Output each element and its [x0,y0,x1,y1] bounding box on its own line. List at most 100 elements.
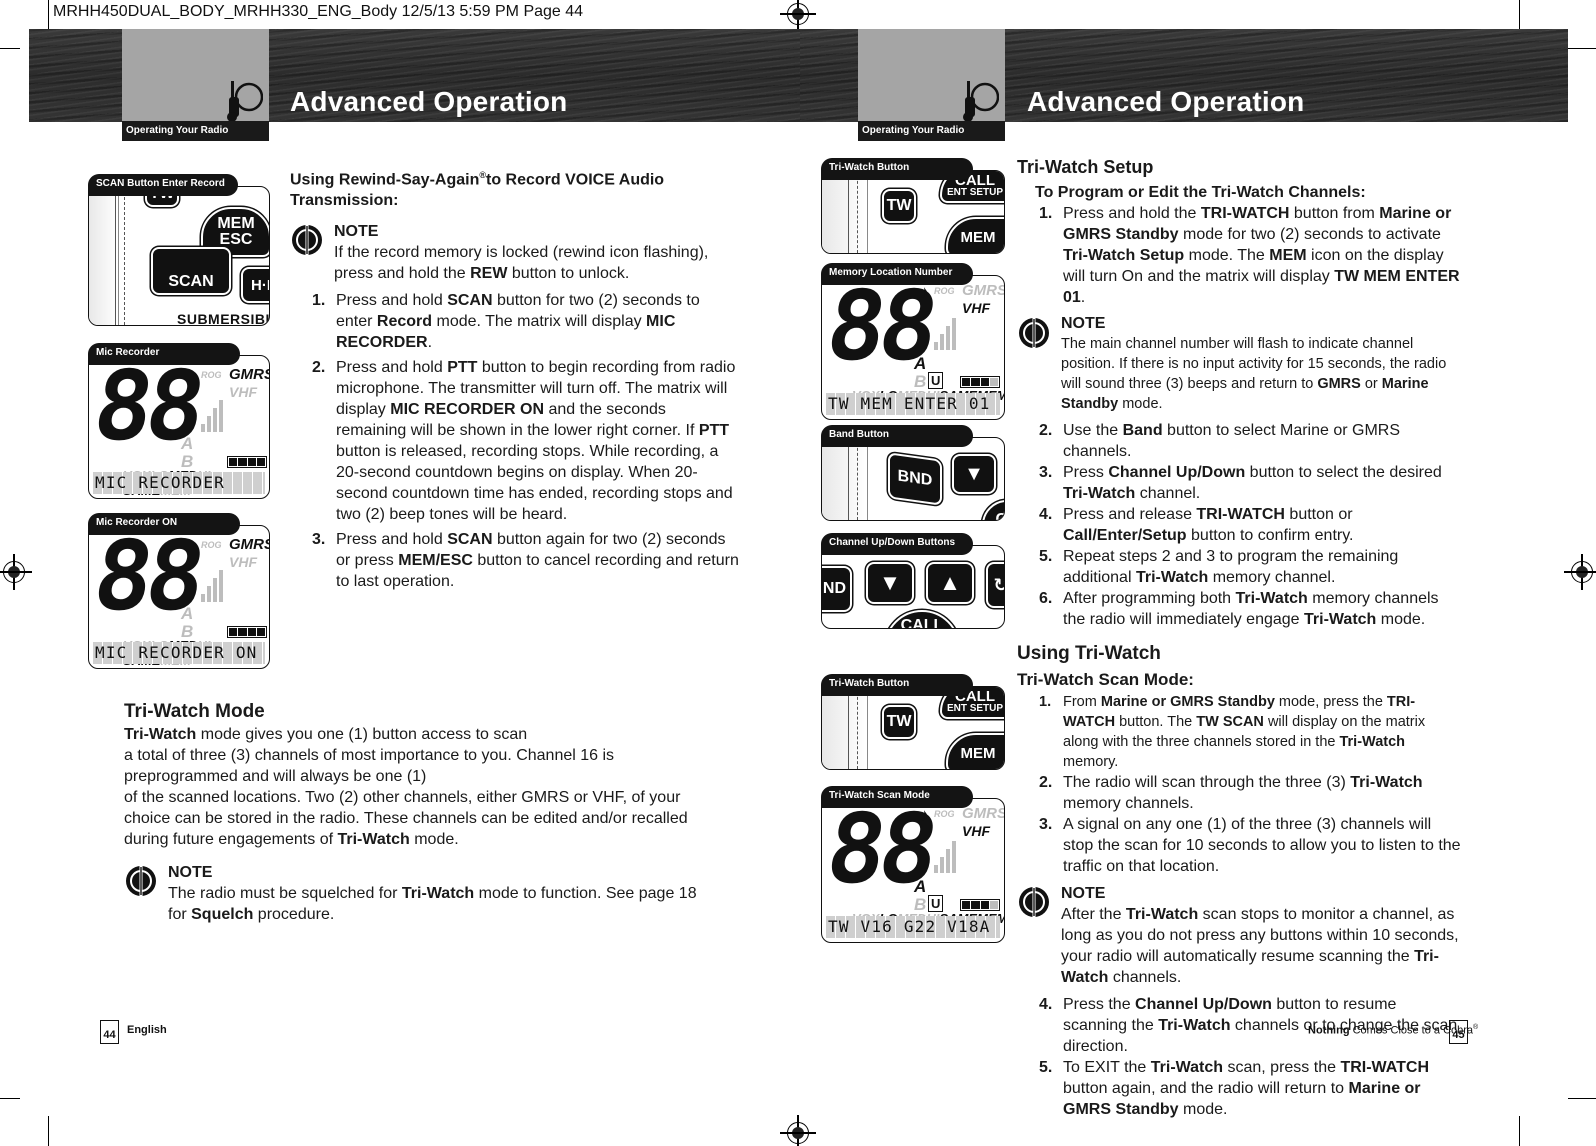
figure-frame: TW CALL ENT SETUP MEM [821,686,1005,770]
radio-icon [227,81,263,122]
battery-icon [960,899,1000,911]
setup-step: 1. Press and hold the TRI-WATCH button fr… [1039,205,1460,306]
battery-icon [227,626,267,638]
dot-matrix-text: MIC RECORDER ON 6 [93,642,265,664]
music-note-icon: ♪ [920,805,929,825]
page-number-right: 45 [1449,1020,1468,1044]
figure-caption: SCAN Button Enter Record [88,174,238,196]
registration-mark-icon [780,0,816,32]
note-icon [292,225,322,256]
signal-bars [201,392,223,432]
rewind-step: 3. Press and hold SCAN button again for t… [312,531,739,591]
figure-mic-recorder-on: Mic Recorder ON 88 ROG GMRS VHF A B VOXL… [88,513,270,669]
figure-caption: Channel Up/Down Buttons [821,533,973,555]
setup-step: 2. Use the Band button to select Marine o… [1039,422,1401,460]
esc-label: ESC [219,231,253,248]
mem-label: MEM [217,215,255,232]
channel-down-button-illustration: ▼ [866,562,914,604]
crop-mark [1568,1098,1596,1099]
figure-caption: Mic Recorder ON [88,513,240,535]
figure-frame: ND ▼ ▲ ↻ CALL [821,545,1005,629]
section-tab: Operating Your Radio [122,29,269,141]
lcd-gmrs: GMRS [229,536,270,553]
note-title: NOTE [1061,885,1106,902]
rewind-section: Using Rewind-Say-Again®to Record VOICE A… [290,165,740,592]
lcd-gmrs: GMRS [962,282,1005,299]
mem-button-illustration: MEM [946,217,1004,253]
note-title: NOTE [334,223,379,241]
figure-frame: BND ▼ CA [821,437,1005,521]
crop-mark [48,1116,49,1146]
setup-step: 4. Press and release TRI-WATCH button or … [1039,506,1354,544]
print-slug: MRHH450DUAL_BODY_MRHH330_ENG_Body 12/5/1… [53,3,584,20]
battery-icon [960,376,1000,388]
tw-button-illustration: TW [882,705,916,739]
lcd-rog: ROG [201,370,222,380]
lcd-a: A [914,877,927,896]
channel-down-button-illustration: ▼ [952,454,996,494]
lcd-u: U [928,895,944,912]
crop-mark [48,0,49,30]
note-channel-flash: NOTE The main channel number will flash … [1017,314,1462,414]
figure-frame: TW MEMESC SCAN H·I SUBMERSIBLE [88,186,270,326]
figure-channel-updown: Channel Up/Down Buttons ND ▼ ▲ ↻ CALL [821,533,1005,629]
note-icon [126,866,156,896]
crop-mark [0,48,20,49]
triwatch-setup-section: Tri-Watch Setup To Program or Edit the T… [1017,155,1462,1120]
using-subheading: Tri-Watch Scan Mode: [1017,670,1194,689]
triwatch-mode-body: Tri-Watch mode gives you one (1) button … [124,726,688,848]
hi-button-illustration: H·I [241,267,269,303]
signal-bars [201,562,223,602]
scan-button-illustration: ↻ [986,562,1004,608]
lcd-rog: ROG [201,540,222,550]
rewind-step: 1. Press and hold SCAN button for two (2)… [312,292,700,352]
using-step: 3. A signal on any one (1) of the three (… [1039,816,1461,875]
crop-mark [1519,1116,1520,1146]
band-button-illustration: ND [822,566,852,612]
setup-step: 6. After programming both Tri-Watch memor… [1039,590,1439,628]
lcd-vhf: VHF [962,823,990,839]
lcd-vhf: VHF [229,384,257,400]
figure-caption: Band Button [821,425,973,447]
page-title: Advanced Operation [1027,86,1305,117]
rewind-step: 2. Press and hold PTT button to begin rec… [312,359,736,524]
signal-bars [934,310,956,350]
call-button-illustration: CA [982,500,1004,520]
band-button-illustration: BND [888,452,942,506]
using-step: 2. The radio will scan through the three … [1039,774,1423,812]
dot-matrix-text: MIC RECORDER [93,472,265,494]
setup-step: 5. Repeat steps 2 and 3 to program the re… [1039,548,1399,586]
footer-language: English [127,1024,167,1036]
channel-up-button-illustration: ▲ [926,562,974,604]
signal-bars [934,833,956,873]
figure-scan-button: SCAN Button Enter Record TW MEMESC SCAN … [88,174,270,326]
radio-body-illustration [822,438,868,520]
triwatch-mode-section: Tri-Watch Mode Tri-Watch mode gives you … [124,700,714,931]
dot-matrix-text: TW MEM ENTER 01 [826,393,1000,415]
radio-body-illustration [822,687,868,769]
using-heading: Using Tri-Watch [1017,643,1161,664]
triwatch-mode-heading: Tri-Watch Mode [124,701,265,722]
radio-icon [963,81,999,122]
lcd-u: U [928,372,944,389]
music-note-icon: ♪ [920,282,929,302]
lcd-display: 88 ROG GMRS VHF A B VOXLOMEDHI SAMEMEM M… [88,355,270,499]
note-title: NOTE [168,864,213,881]
lcd-gmrs: GMRS [229,366,270,383]
lcd-a: A [181,604,194,623]
figure-caption: Tri-Watch Scan Mode [821,786,973,808]
figure-frame: TW CALL ENT SETUP MEM [821,170,1005,254]
note-icon [1019,318,1049,348]
lcd-rog: ROG [934,809,955,819]
lcd-display: 88 ROG GMRS VHF A B VOXLOMEDHI SAMEMEM M… [88,525,270,669]
note-icon [1019,887,1049,917]
figure-memory-location: Memory Location Number 88 ♪ ROG GMRS VHF… [821,263,1005,420]
lcd-a: A [181,434,194,453]
figure-caption: Tri-Watch Button [821,158,973,180]
figure-triwatch-button: Tri-Watch Button TW CALL ENT SETUP MEM [821,674,1005,770]
registration-mark-icon [0,554,32,590]
scan-button-illustration: SCAN [151,247,231,295]
registration-mark-icon [780,1115,816,1146]
battery-icon [227,456,267,468]
figure-caption: Tri-Watch Button [821,674,973,696]
